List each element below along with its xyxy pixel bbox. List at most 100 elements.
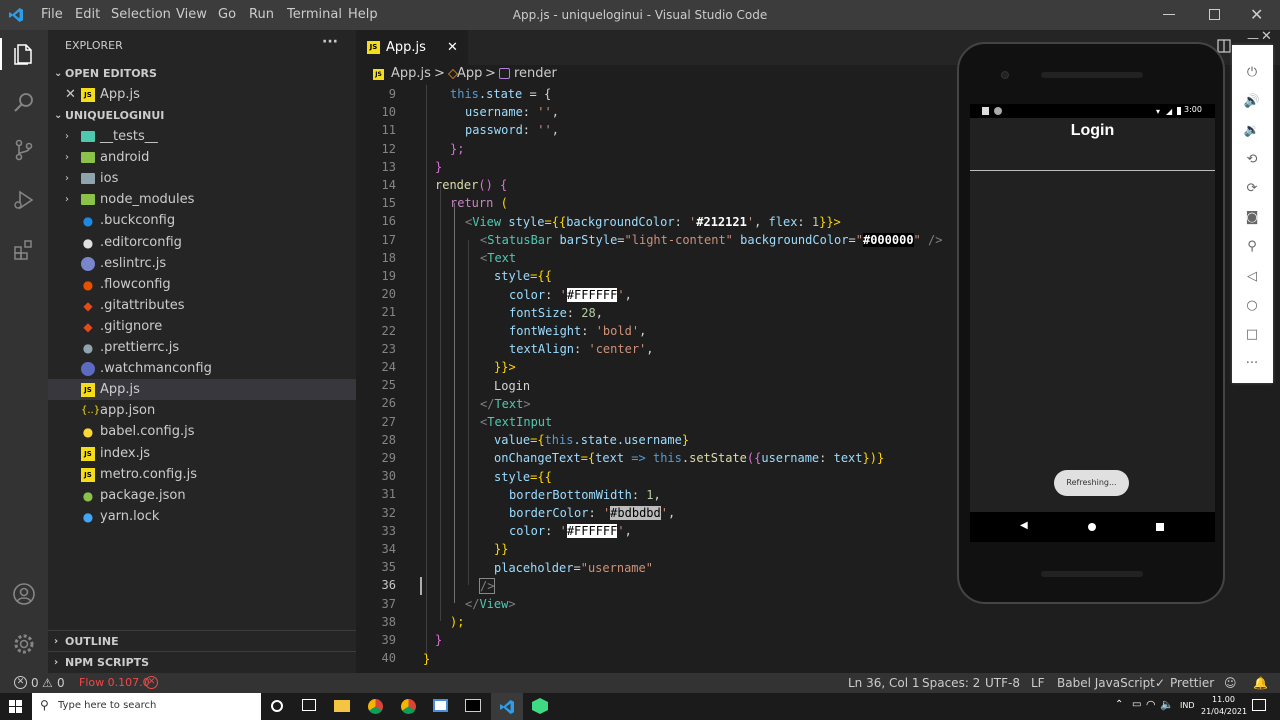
prettier-status[interactable]: Prettier — [1170, 673, 1214, 693]
close-editor-icon[interactable]: ✕ — [65, 84, 76, 105]
file-tree-item[interactable]: ● package.json — [48, 485, 356, 506]
username-input[interactable] — [970, 170, 1215, 171]
file-tree-item[interactable]: › node_modules — [48, 189, 356, 210]
file-tree-item[interactable]: ● .editorconfig — [48, 232, 356, 253]
volume-down-icon[interactable]: 🔉 — [1242, 121, 1262, 141]
code-token: onChangeText — [494, 451, 581, 465]
file-tree-label: __tests__ — [100, 129, 158, 144]
task-view-icon[interactable] — [302, 699, 316, 711]
file-tree-item[interactable]: › __tests__ — [48, 126, 356, 147]
more-actions-icon[interactable]: ··· — [322, 34, 338, 50]
volume-up-icon[interactable]: 🔊 — [1242, 92, 1262, 112]
minimize-emulator-icon[interactable]: — — [1247, 31, 1259, 45]
cursor-position[interactable]: Ln 36, Col 1 — [848, 673, 920, 693]
file-tree-item[interactable]: JS metro.config.js — [48, 464, 356, 485]
power-icon[interactable]: ⏻ — [1242, 63, 1262, 83]
feedback-icon[interactable]: ☺ — [1224, 673, 1237, 693]
run-debug-icon[interactable] — [12, 188, 36, 212]
volume-icon[interactable]: 🔈 — [1160, 698, 1174, 711]
file-tree-item[interactable]: ● .buckconfig — [48, 210, 356, 231]
close-icon[interactable]: ✕ — [1250, 5, 1263, 24]
windows-start-icon[interactable] — [9, 700, 22, 713]
android-studio-icon[interactable] — [532, 698, 548, 714]
file-tree-item[interactable]: .watchmanconfig — [48, 358, 356, 379]
folder-section[interactable]: ⌄ UNIQUELOGINUI — [48, 105, 356, 126]
extensions-icon[interactable] — [12, 238, 36, 262]
show-hidden-icons-icon[interactable]: ⌃ — [1115, 699, 1123, 710]
error-count[interactable]: 0 — [31, 673, 39, 693]
breadcrumb-component[interactable]: App — [457, 65, 482, 83]
file-explorer-icon[interactable] — [334, 700, 350, 712]
flow-status[interactable]: Flow 0.107.0 — [79, 673, 150, 693]
code-token: '' — [537, 105, 552, 119]
file-tree-item[interactable]: ● yarn.lock — [48, 506, 356, 527]
back-nav-icon[interactable]: ◀ — [1020, 520, 1028, 531]
clock-time[interactable]: 11.00 — [1212, 695, 1235, 704]
folder-icon — [81, 152, 95, 164]
zoom-icon[interactable]: ⚲ — [1242, 237, 1262, 257]
indentation[interactable]: Spaces: 2 — [922, 673, 980, 693]
file-tree-item[interactable]: ◆ .gitignore — [48, 316, 356, 337]
notifications-bell-icon[interactable]: 🔔 — [1253, 673, 1268, 693]
language-mode[interactable]: Babel JavaScript — [1057, 673, 1155, 693]
wifi-icon[interactable]: ◠ — [1146, 698, 1156, 711]
warning-count[interactable]: 0 — [57, 673, 65, 693]
overview-icon[interactable]: □ — [1242, 325, 1262, 345]
search-icon[interactable] — [12, 90, 36, 114]
taskbar-search-box[interactable]: ⚲ Type here to search — [32, 693, 261, 720]
file-tree-item[interactable]: {..} app.json — [48, 400, 356, 421]
chrome-icon[interactable] — [368, 699, 383, 714]
file-tree-item[interactable]: ● .prettierrc.js — [48, 337, 356, 358]
end-of-line[interactable]: LF — [1031, 673, 1045, 693]
line-number: 38 — [381, 614, 396, 629]
chrome-icon[interactable] — [401, 699, 416, 714]
app-window-icon[interactable] — [433, 699, 448, 712]
file-tree-item[interactable]: JS App.js — [48, 379, 356, 401]
minimize-icon[interactable] — [1163, 14, 1175, 15]
network-icon[interactable]: ▭ — [1132, 699, 1141, 710]
accounts-icon[interactable] — [12, 582, 36, 606]
breadcrumb-file[interactable]: App.js — [391, 65, 431, 83]
file-tree-item[interactable]: JS index.js — [48, 443, 356, 464]
file-tree-item[interactable]: ◆ .gitattributes — [48, 295, 356, 316]
back-icon[interactable]: ◁ — [1242, 267, 1262, 287]
line-number: 17 — [381, 232, 396, 247]
home-nav-icon[interactable] — [1088, 523, 1096, 531]
terminal-icon[interactable] — [465, 699, 481, 712]
camera-icon[interactable]: ◙ — [1242, 208, 1262, 228]
tab-app-js[interactable]: JS App.js ✕ — [356, 30, 468, 65]
breadcrumb-method[interactable]: render — [514, 65, 557, 83]
npm-scripts-section[interactable]: › NPM SCRIPTS — [48, 651, 356, 672]
recents-nav-icon[interactable] — [1156, 523, 1164, 531]
more-icon[interactable]: ··· — [1242, 354, 1262, 374]
file-tree-item[interactable]: › android — [48, 147, 356, 168]
code-token: borderBottomWidth — [509, 488, 632, 502]
code-token: borderColor — [509, 506, 589, 520]
encoding[interactable]: UTF-8 — [985, 673, 1020, 693]
warning-icon[interactable]: ⚠ — [42, 673, 53, 693]
emulator-screen[interactable]: ▾ ◢ 3:00 Login Refreshing... — [970, 104, 1215, 512]
input-language[interactable]: IND — [1180, 701, 1195, 710]
close-emulator-icon[interactable]: ✕ — [1261, 29, 1272, 44]
files-icon[interactable] — [12, 42, 36, 66]
file-tree-item[interactable]: ● babel.config.js — [48, 421, 356, 442]
file-tree-item[interactable]: › ios — [48, 168, 356, 189]
close-tab-icon[interactable]: ✕ — [447, 30, 458, 65]
action-center-icon[interactable] — [1252, 699, 1266, 711]
clock-date[interactable]: 21/04/2021 — [1201, 707, 1247, 716]
rotate-right-icon[interactable]: ⟳ — [1242, 179, 1262, 199]
outline-section[interactable]: › OUTLINE — [48, 630, 356, 651]
home-icon[interactable]: ○ — [1242, 296, 1262, 316]
error-icon[interactable]: ✕ — [14, 676, 27, 689]
restore-icon[interactable] — [1209, 9, 1220, 20]
code-token: , — [667, 506, 676, 520]
manage-gear-icon[interactable] — [12, 632, 36, 656]
source-control-icon[interactable] — [12, 138, 36, 162]
open-editor-item[interactable]: ✕ JS App.js — [48, 84, 356, 105]
open-editors-section[interactable]: ⌄ OPEN EDITORS — [48, 63, 356, 84]
file-tree-item[interactable]: ● .flowconfig — [48, 274, 356, 295]
file-tree-item[interactable]: .eslintrc.js — [48, 253, 356, 274]
rotate-left-icon[interactable]: ⟲ — [1242, 150, 1262, 170]
cortana-icon[interactable] — [271, 700, 283, 712]
vscode-taskbar-active[interactable] — [491, 693, 523, 720]
